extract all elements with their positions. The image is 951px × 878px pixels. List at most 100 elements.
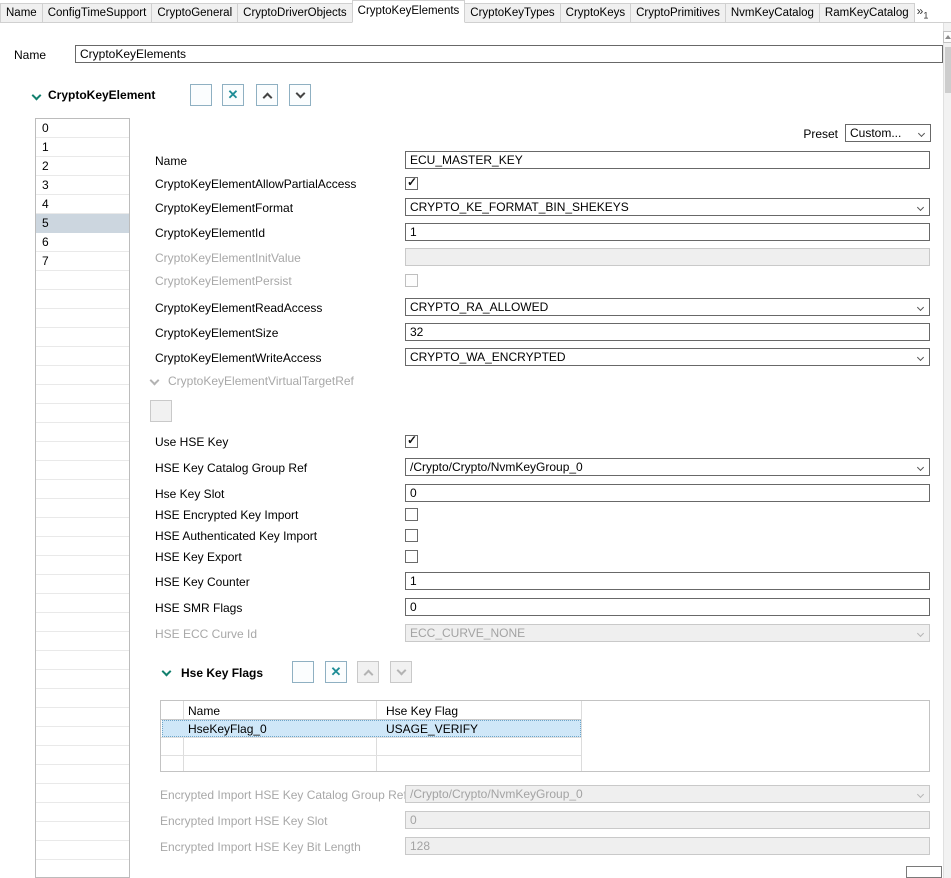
field-label-persist: CryptoKeyElementPersist — [155, 274, 292, 288]
hse-key-flags-title: Hse Key Flags — [181, 666, 264, 680]
authenticated-key-import-checkbox[interactable] — [405, 529, 418, 542]
field-label-enc-import-bit-length: Encrypted Import HSE Key Bit Length — [160, 840, 361, 854]
section-title: CryptoKeyElement — [48, 88, 156, 102]
delete-icon: ✕ — [227, 87, 239, 102]
collapse-hse-key-flags-icon[interactable] — [161, 666, 172, 677]
list-item-4[interactable]: 4 — [36, 195, 129, 214]
vertical-scrollbar[interactable] — [943, 23, 951, 878]
tab-nvmkeycatalog[interactable]: NvmKeyCatalog — [724, 3, 820, 23]
format-dropdown[interactable]: CRYPTO_KE_FORMAT_BIN_SHEKEYS — [405, 198, 930, 216]
tab-cryptogeneral[interactable]: CryptoGeneral — [151, 3, 239, 23]
collapse-virtual-target-ref-icon — [149, 375, 160, 386]
dropdown-arrow-icon — [917, 129, 926, 138]
encrypted-key-import-checkbox[interactable] — [405, 508, 418, 521]
dropdown-arrow-icon — [916, 790, 925, 799]
scrollbar-thumb[interactable] — [945, 47, 951, 93]
field-label-ecc-curve-id: HSE ECC Curve Id — [155, 627, 258, 641]
list-item-6[interactable]: 6 — [36, 233, 129, 252]
list-item-2[interactable]: 2 — [36, 157, 129, 176]
field-label-allow-partial-access: CryptoKeyElementAllowPartialAccess — [155, 177, 357, 191]
init-value-input — [405, 248, 930, 266]
list-item-7[interactable]: 7 — [36, 252, 129, 271]
field-label-init-value: CryptoKeyElementInitValue — [155, 251, 301, 265]
element-size-input[interactable] — [405, 323, 930, 341]
list-item-1[interactable]: 1 — [36, 138, 129, 157]
list-item-0[interactable]: 0 — [36, 119, 129, 138]
column-header-flag: Hse Key Flag — [386, 704, 459, 718]
add-virtual-target-ref-button — [150, 400, 172, 422]
field-label-catalog-group-ref: HSE Key Catalog Group Ref — [155, 461, 308, 475]
delete-key-flag-button[interactable]: ✕ — [325, 661, 347, 683]
field-label-key-counter: HSE Key Counter — [155, 575, 250, 589]
enc-import-key-slot-input — [405, 811, 930, 829]
preset-value: Custom... — [850, 126, 902, 140]
column-header-name: Name — [188, 704, 221, 718]
key-slot-input[interactable] — [405, 484, 930, 502]
tab-cryptokeytypes[interactable]: CryptoKeyTypes — [464, 3, 561, 23]
preset-label: Preset — [803, 127, 838, 141]
tab-name[interactable]: Name — [0, 3, 43, 23]
catalog-group-ref-dropdown[interactable]: /Crypto/Crypto/NvmKeyGroup_0 — [405, 458, 930, 476]
read-access-dropdown[interactable]: CRYPTO_RA_ALLOWED — [405, 298, 930, 316]
scroll-up-button[interactable] — [943, 31, 951, 43]
field-label-format: CryptoKeyElementFormat — [155, 201, 294, 215]
field-label-id: CryptoKeyElementId — [155, 226, 266, 240]
tab-ramkeycatalog[interactable]: RamKeyCatalog — [818, 3, 915, 23]
dropdown-arrow-icon — [916, 203, 925, 212]
tab-cryptoprimitives[interactable]: CryptoPrimitives — [630, 3, 726, 23]
allow-partial-access-checkbox[interactable] — [405, 175, 418, 190]
enc-import-bit-length-input — [405, 837, 930, 855]
chevron-up-icon — [363, 669, 373, 679]
crypto-config-page: { "tab_bar": { "tabs": ["Name", "ConfigT… — [0, 0, 951, 878]
delete-element-button[interactable]: ✕ — [222, 84, 244, 106]
preset-dropdown[interactable]: Custom... — [845, 124, 931, 142]
arrow-up-icon — [944, 35, 951, 39]
add-key-flag-button[interactable] — [292, 661, 314, 683]
dropdown-arrow-icon — [916, 353, 925, 362]
persist-checkbox — [405, 274, 418, 287]
collapse-section-icon[interactable] — [31, 90, 42, 101]
tab-cryptodriverobjects[interactable]: CryptoDriverObjects — [237, 3, 353, 23]
chevron-up-icon — [262, 92, 272, 102]
field-label-authenticated-key-import: HSE Authenticated Key Import — [155, 529, 318, 543]
ecc-curve-id-dropdown: ECC_CURVE_NONE — [405, 624, 930, 642]
chevron-down-icon — [295, 88, 305, 98]
move-key-flag-down-button — [390, 661, 412, 683]
shortname-input[interactable] — [75, 45, 943, 63]
field-label-key-export: HSE Key Export — [155, 550, 242, 564]
field-label-smr-flags: HSE SMR Flags — [155, 601, 243, 615]
table-cell-flag[interactable]: USAGE_VERIFY — [386, 721, 478, 737]
move-up-button[interactable] — [256, 84, 278, 106]
key-export-checkbox[interactable] — [405, 550, 418, 563]
dropdown-arrow-icon — [916, 303, 925, 312]
shortname-label: Name — [14, 48, 47, 62]
table-cell-name[interactable]: HseKeyFlag_0 — [188, 721, 267, 737]
smr-flags-input[interactable] — [405, 598, 930, 616]
format-value: CRYPTO_KE_FORMAT_BIN_SHEKEYS — [410, 200, 629, 214]
tab-configtimesupport[interactable]: ConfigTimeSupport — [41, 3, 153, 23]
move-down-button[interactable] — [289, 84, 311, 106]
element-name-input[interactable] — [405, 151, 930, 169]
grid-line — [581, 701, 582, 771]
read-access-value: CRYPTO_RA_ALLOWED — [410, 300, 549, 314]
list-item-3[interactable]: 3 — [36, 176, 129, 195]
partial-control — [906, 866, 942, 878]
tab-cryptokeyelements[interactable]: CryptoKeyElements — [351, 0, 466, 23]
grid-line — [161, 737, 581, 738]
add-element-button[interactable] — [190, 84, 212, 106]
field-label-size: CryptoKeyElementSize — [155, 326, 279, 340]
field-label-read-access: CryptoKeyElementReadAccess — [155, 301, 323, 315]
list-item-5[interactable]: 5 — [36, 214, 129, 233]
hse-key-flags-table[interactable]: Name Hse Key Flag HseKeyFlag_0 USAGE_VER… — [160, 700, 930, 772]
tab-cryptokeys[interactable]: CryptoKeys — [559, 3, 632, 23]
field-label-enc-import-catalog-group-ref: Encrypted Import HSE Key Catalog Group R… — [160, 788, 407, 802]
write-access-dropdown[interactable]: CRYPTO_WA_ENCRYPTED — [405, 348, 930, 366]
use-hse-key-checkbox[interactable] — [405, 433, 418, 448]
enc-import-catalog-group-ref-dropdown: /Crypto/Crypto/NvmKeyGroup_0 — [405, 785, 930, 803]
tab-overflow-indicator[interactable]: »1 — [917, 4, 929, 23]
field-label-enc-import-key-slot: Encrypted Import HSE Key Slot — [160, 814, 328, 828]
element-id-input[interactable] — [405, 223, 930, 241]
key-counter-input[interactable] — [405, 572, 930, 590]
element-index-list[interactable]: 0 1 2 3 4 5 6 7 — [35, 118, 130, 878]
tab-overflow-count: 1 — [923, 10, 929, 20]
